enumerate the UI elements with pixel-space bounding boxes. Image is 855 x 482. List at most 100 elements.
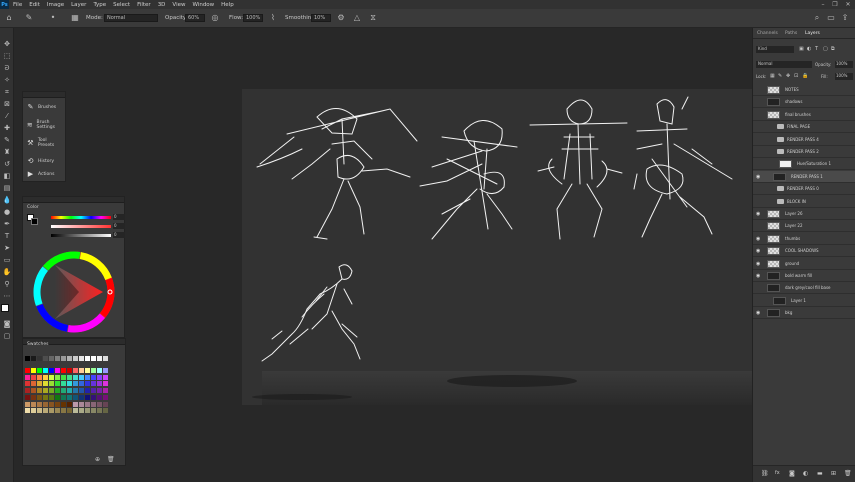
color-swatch[interactable] [31,381,36,387]
new-layer-icon[interactable]: ⊞ [831,470,836,477]
color-swatch[interactable] [43,381,48,387]
lock-pixels-icon[interactable]: ▦ [770,73,775,79]
color-swatch[interactable] [79,356,84,361]
minimize-icon[interactable]: – [818,0,828,9]
color-swatch[interactable] [31,374,36,380]
menu-select[interactable]: Select [113,2,130,8]
color-swatch[interactable] [55,356,60,361]
color-swatch[interactable] [49,394,54,400]
color-swatch[interactable] [43,394,48,400]
zoom-tool-icon[interactable]: ⚲ [2,280,12,289]
angle-icon[interactable]: △ [352,13,362,23]
color-swatch[interactable] [61,408,66,414]
color-swatch[interactable] [91,374,96,380]
color-swatch[interactable] [79,381,84,387]
color-swatch[interactable] [91,356,96,361]
color-swatch[interactable] [85,394,90,400]
color-swatch[interactable] [25,374,30,380]
color-swatch[interactable] [61,368,66,373]
layer-row[interactable]: final brushes [753,109,855,121]
layer-row[interactable]: Hue/Saturation 1 [753,158,855,171]
pen-tool-icon[interactable]: ✒ [2,220,12,229]
color-swatch[interactable] [55,381,60,387]
visibility-eye-icon[interactable]: ◉ [756,236,762,242]
color-swatch[interactable] [37,381,42,387]
color-swatch[interactable] [67,408,72,414]
workspace-icon[interactable]: ▭ [826,13,836,23]
visibility-eye-icon[interactable] [756,149,762,155]
opacity-input[interactable]: 60% [185,14,205,22]
color-swatch[interactable] [55,388,60,394]
color-swatch[interactable] [25,356,30,361]
marquee-tool-icon[interactable]: ⬚ [2,52,12,61]
visibility-eye-icon[interactable] [756,161,762,167]
color-swatch[interactable] [49,356,54,361]
menu-layer[interactable]: Layer [71,2,86,8]
color-swatch[interactable] [67,394,72,400]
menu-view[interactable]: View [172,2,185,8]
brushes-panel-button[interactable]: ✎ Brushes [26,100,64,114]
blur-tool-icon[interactable]: 💧 [2,196,12,205]
brush-settings-panel-button[interactable]: ≋ Brush Settings [26,118,64,132]
color-swatch[interactable] [31,394,36,400]
color-swatch[interactable] [25,368,30,373]
history-brush-tool-icon[interactable]: ↺ [2,160,12,169]
color-swatch[interactable] [43,408,48,414]
color-swatch[interactable] [49,408,54,414]
history-panel-button[interactable]: ⟲ History [26,154,64,168]
hue-value[interactable]: 0 [113,214,125,220]
pressure-opacity-icon[interactable]: ◎ [210,13,220,23]
color-swatch[interactable] [43,356,48,361]
mask-icon[interactable]: ◙ [789,470,795,477]
color-swatch[interactable] [73,408,78,414]
color-swatch[interactable] [49,381,54,387]
color-swatch[interactable] [61,374,66,380]
color-swatch[interactable] [67,381,72,387]
color-swatch[interactable] [85,356,90,361]
screen-mode-icon[interactable]: ▢ [2,332,12,341]
color-swatch[interactable] [55,408,60,414]
color-swatch[interactable] [103,368,108,373]
color-swatch[interactable] [91,388,96,394]
shape-tool-icon[interactable]: ▭ [2,256,12,265]
menu-type[interactable]: Type [93,2,106,8]
color-swatch[interactable] [85,388,90,394]
brush-preset-icon[interactable]: • [48,13,58,23]
frame-tool-icon[interactable]: ⊠ [2,100,12,109]
color-swatch[interactable] [37,356,42,361]
adjustment-icon[interactable]: ◐ [803,470,808,477]
menu-image[interactable]: Image [47,2,64,8]
visibility-eye-icon[interactable] [756,124,762,130]
tab-channels[interactable]: Channels [757,31,778,36]
tool-presets-panel-button[interactable]: ⚒ Tool Presets [26,136,64,150]
visibility-eye-icon[interactable]: ◉ [756,174,762,180]
layer-row[interactable]: NOTES [753,84,855,96]
saturation-slider[interactable] [51,225,111,228]
link-icon[interactable]: ⛓ [761,470,769,477]
share-icon[interactable]: ⇪ [840,13,850,23]
color-swatch[interactable] [37,401,42,407]
color-swatch[interactable] [61,394,66,400]
hand-tool-icon[interactable]: ✋ [2,268,12,277]
lock-paint-icon[interactable]: ✎ [778,73,782,79]
menu-edit[interactable]: Edit [29,2,40,8]
layer-row[interactable]: ◉ thumbs [753,233,855,245]
color-swatch[interactable] [79,394,84,400]
color-swatch[interactable] [73,388,78,394]
menu-3d[interactable]: 3D [158,2,166,8]
color-swatch[interactable] [67,388,72,394]
gear-icon[interactable]: ⚙ [336,13,346,23]
color-swatch[interactable] [73,368,78,373]
tab-layers[interactable]: Layers [805,31,820,36]
color-swatch[interactable] [103,408,108,414]
dodge-tool-icon[interactable]: ● [2,208,12,217]
visibility-eye-icon[interactable] [756,199,762,205]
layer-row[interactable]: shadows [753,96,855,109]
color-swatch[interactable] [79,388,84,394]
color-swatch[interactable] [55,368,60,373]
color-swatch[interactable] [25,394,30,400]
layer-row[interactable]: ◉ bkg [753,307,855,320]
brightness-slider[interactable] [51,234,111,237]
color-swatch[interactable] [49,368,54,373]
document-canvas[interactable] [242,89,752,405]
